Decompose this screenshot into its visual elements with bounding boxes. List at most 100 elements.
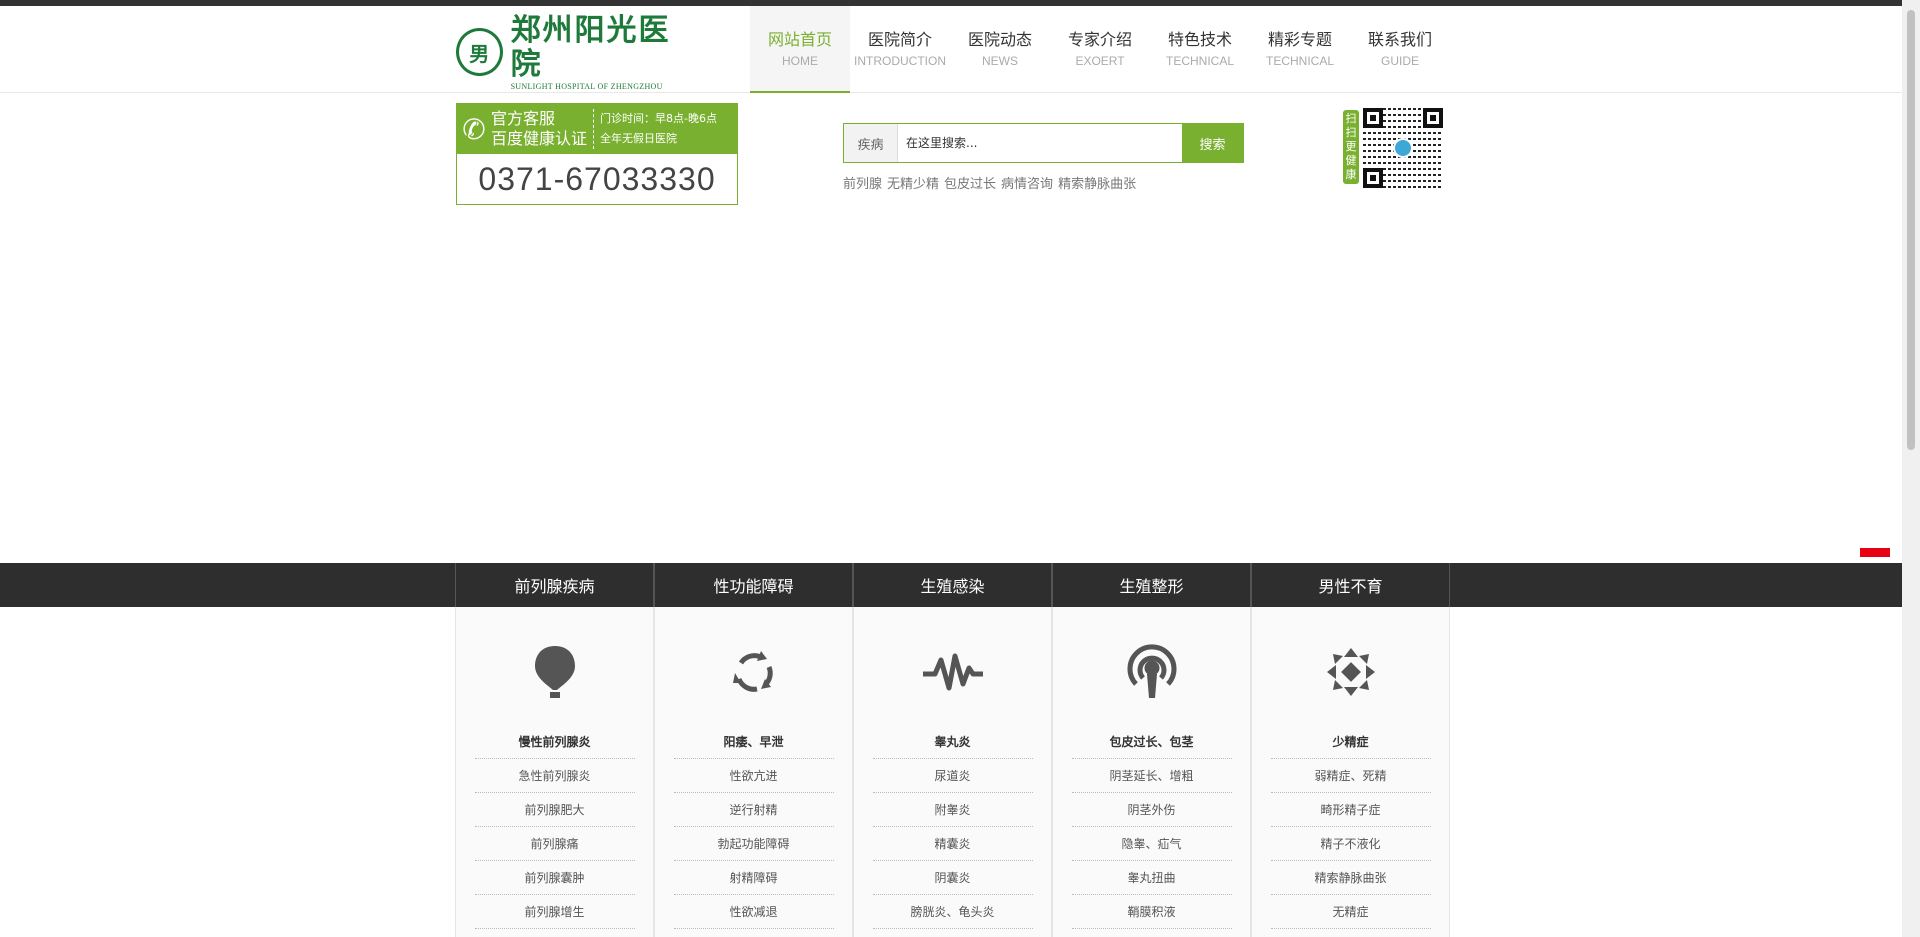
opening-hours: 门诊时间：早8点-晚6点	[600, 112, 717, 125]
list-item[interactable]: 精索静脉曲张	[1270, 861, 1431, 895]
list-item[interactable]: 勃起功能障碍	[673, 827, 834, 861]
nav-label-cn: 精彩专题	[1267, 30, 1332, 49]
pulse-icon	[854, 641, 1051, 703]
hotline-box[interactable]: ✆ 官方客服 百度健康认证 门诊时间：早8点-晚6点 全年无假日医院 0371-…	[456, 103, 738, 205]
hotline-banner: ✆ 官方客服 百度健康认证 门诊时间：早8点-晚6点 全年无假日医院	[457, 104, 737, 154]
nav-label-en: TECHNICAL	[1165, 54, 1234, 68]
qr-center-logo	[1393, 138, 1413, 158]
search-input[interactable]	[898, 124, 1182, 162]
logo-name-en: SUNLIGHT HOSPITAL OF ZHENGZHOU	[510, 81, 663, 91]
list-item[interactable]: 睾丸炎	[872, 725, 1033, 759]
category-body: 睾丸炎 尿道炎 附睾炎 精囊炎 阴囊炎 膀胱炎、龟头炎	[853, 607, 1052, 937]
category-list: 慢性前列腺炎 急性前列腺炎 前列腺肥大 前列腺痛 前列腺囊肿 前列腺增生	[474, 725, 635, 929]
list-item[interactable]: 无精症	[1270, 895, 1431, 929]
nav-item-experts[interactable]: 专家介绍 EXOERT	[1050, 6, 1150, 93]
nav-item-technical[interactable]: 特色技术 TECHNICAL	[1150, 6, 1250, 93]
list-item[interactable]: 隐睾、疝气	[1071, 827, 1232, 861]
logo-text: 郑州阳光医院 SUNLIGHT HOSPITAL OF ZHENGZHOU	[510, 13, 696, 91]
hot-keyword-link[interactable]: 前列腺	[843, 173, 882, 192]
hotline-hours: 门诊时间：早8点-晚6点 全年无假日医院	[594, 109, 717, 149]
category-title[interactable]: 性功能障碍	[654, 563, 853, 607]
search-category[interactable]: 疾病	[844, 124, 898, 162]
list-item[interactable]: 性欲减退	[673, 895, 834, 929]
list-item[interactable]: 鞘膜积液	[1071, 895, 1232, 929]
hot-keyword-link[interactable]: 包皮过长	[944, 173, 996, 192]
list-item[interactable]: 逆行射精	[673, 793, 834, 827]
nav-item-topics[interactable]: 精彩专题 TECHNICAL	[1250, 6, 1350, 93]
list-item[interactable]: 包皮过长、包茎	[1071, 725, 1232, 759]
category-list: 包皮过长、包茎 阴茎延长、增粗 阴茎外伤 隐睾、疝气 睾丸扭曲 鞘膜积液	[1071, 725, 1232, 929]
list-item[interactable]: 阴茎外伤	[1071, 793, 1232, 827]
category-body: 少精症 弱精症、死精 畸形精子症 精子不液化 精索静脉曲张 无精症	[1251, 607, 1450, 937]
category-list: 阳痿、早泄 性欲亢进 逆行射精 勃起功能障碍 射精障碍 性欲减退	[673, 725, 834, 929]
list-item[interactable]: 少精症	[1270, 725, 1431, 759]
nav-label-cn: 特色技术	[1167, 30, 1232, 49]
category-sexual-dysfunction: 性功能障碍 阳痿、早泄 性欲亢进 逆行射精 勃起功能障碍 射精障碍 性欲减退	[654, 563, 853, 937]
search-button[interactable]: 搜索	[1182, 124, 1243, 162]
category-infertility: 男性不育 少精症 弱精症、死精 畸形精子症 精子不液化 精索静脉曲张 无精症	[1251, 563, 1450, 937]
hotline-service: 官方客服 百度健康认证	[491, 109, 595, 149]
list-item[interactable]: 急性前列腺炎	[474, 759, 635, 793]
page-scrollbar[interactable]	[1902, 0, 1920, 937]
scrollbar-thumb[interactable]	[1907, 10, 1915, 450]
list-item[interactable]: 前列腺肥大	[474, 793, 635, 827]
nav-label-cn: 医院动态	[967, 30, 1032, 49]
list-item[interactable]: 膀胱炎、龟头炎	[872, 895, 1033, 929]
list-item[interactable]: 精子不液化	[1270, 827, 1431, 861]
category-list: 睾丸炎 尿道炎 附睾炎 精囊炎 阴囊炎 膀胱炎、龟头炎	[872, 725, 1033, 929]
hot-keyword-link[interactable]: 精索静脉曲张	[1058, 173, 1136, 192]
arrows-icon	[1252, 641, 1449, 703]
list-item[interactable]: 阳痿、早泄	[673, 725, 834, 759]
site-header: 男 郑州阳光医院 SUNLIGHT HOSPITAL OF ZHENGZHOU …	[0, 6, 1902, 93]
nav-label-en: INTRODUCTION	[854, 54, 946, 68]
list-item[interactable]: 前列腺痛	[474, 827, 635, 861]
list-item[interactable]: 阴茎延长、增粗	[1071, 759, 1232, 793]
list-item[interactable]: 性欲亢进	[673, 759, 834, 793]
list-item[interactable]: 精囊炎	[872, 827, 1033, 861]
nav-label-en: EXOERT	[1075, 54, 1125, 68]
list-item[interactable]: 慢性前列腺炎	[474, 725, 635, 759]
category-title[interactable]: 生殖感染	[853, 563, 1052, 607]
holiday-note: 全年无假日医院	[600, 132, 678, 145]
category-title[interactable]: 前列腺疾病	[455, 563, 654, 607]
hot-keyword-link[interactable]: 无精少精	[887, 173, 939, 192]
list-item[interactable]: 畸形精子症	[1270, 793, 1431, 827]
search-bar: 疾病 搜索	[843, 123, 1244, 163]
list-item[interactable]: 阴囊炎	[872, 861, 1033, 895]
nav-item-news[interactable]: 医院动态 NEWS	[950, 6, 1050, 93]
nav-label-cn: 网站首页	[767, 30, 832, 49]
qr-code-block: 扫扫更健康	[1343, 108, 1443, 188]
list-item[interactable]: 弱精症、死精	[1270, 759, 1431, 793]
nav-item-introduction[interactable]: 医院简介 INTRODUCTION	[850, 6, 950, 93]
site-logo[interactable]: 男 郑州阳光医院 SUNLIGHT HOSPITAL OF ZHENGZHOU	[456, 13, 696, 91]
nav-label-cn: 联系我们	[1367, 30, 1432, 49]
nav-label-cn: 专家介绍	[1067, 30, 1132, 49]
nav-label-cn: 医院简介	[867, 30, 932, 49]
cycle-icon	[655, 641, 852, 703]
category-body: 慢性前列腺炎 急性前列腺炎 前列腺肥大 前列腺痛 前列腺囊肿 前列腺增生	[455, 607, 654, 937]
category-title[interactable]: 男性不育	[1251, 563, 1450, 607]
list-item[interactable]: 射精障碍	[673, 861, 834, 895]
floating-red-tab[interactable]	[1860, 548, 1890, 557]
category-prostate: 前列腺疾病 慢性前列腺炎 急性前列腺炎 前列腺肥大 前列腺痛 前列腺囊肿 前列腺…	[455, 563, 654, 937]
list-item[interactable]: 前列腺囊肿	[474, 861, 635, 895]
hotline-line2: 百度健康认证	[491, 129, 588, 148]
qr-code-image	[1363, 108, 1443, 188]
hot-keyword-link[interactable]: 病情咨询	[1001, 173, 1053, 192]
disease-categories: 前列腺疾病 慢性前列腺炎 急性前列腺炎 前列腺肥大 前列腺痛 前列腺囊肿 前列腺…	[455, 563, 1450, 937]
hot-keywords: 前列腺 无精少精 包皮过长 病情咨询 精索静脉曲张	[843, 173, 1136, 192]
list-item[interactable]: 前列腺增生	[474, 895, 635, 929]
hotline-line1: 官方客服	[491, 109, 556, 128]
phone-number: 0371-67033330	[478, 161, 716, 197]
logo-badge: 男	[456, 28, 503, 76]
list-item[interactable]: 附睾炎	[872, 793, 1033, 827]
category-body: 阳痿、早泄 性欲亢进 逆行射精 勃起功能障碍 射精障碍 性欲减退	[654, 607, 853, 937]
list-item[interactable]: 尿道炎	[872, 759, 1033, 793]
category-list: 少精症 弱精症、死精 畸形精子症 精子不液化 精索静脉曲张 无精症	[1270, 725, 1431, 929]
list-item[interactable]: 睾丸扭曲	[1071, 861, 1232, 895]
qr-finder	[1363, 168, 1383, 188]
nav-item-contact[interactable]: 联系我们 GUIDE	[1350, 6, 1450, 93]
nav-item-home[interactable]: 网站首页 HOME	[750, 6, 850, 93]
category-title[interactable]: 生殖整形	[1052, 563, 1251, 607]
nav-label-en: NEWS	[982, 54, 1018, 68]
